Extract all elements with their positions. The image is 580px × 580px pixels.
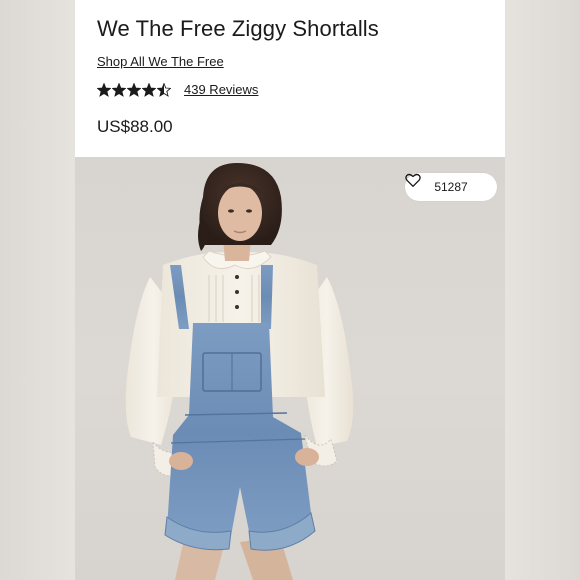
star-rating[interactable] — [97, 82, 171, 97]
product-photo[interactable]: 51287 — [75, 157, 505, 580]
star-half-icon — [157, 82, 171, 97]
reviews-link[interactable]: 439 Reviews — [184, 82, 258, 97]
star-full-icon — [112, 82, 126, 97]
star-full-icon — [97, 82, 111, 97]
favorite-button[interactable]: 51287 — [405, 173, 497, 201]
shop-all-brand-link[interactable]: Shop All We The Free — [97, 54, 224, 69]
product-info: We The Free Ziggy Shortalls Shop All We … — [75, 0, 505, 157]
rating-row: 439 Reviews — [97, 82, 258, 97]
star-full-icon — [127, 82, 141, 97]
product-price: US$88.00 — [97, 117, 173, 136]
heart-outline-icon — [405, 173, 421, 187]
product-card: We The Free Ziggy Shortalls Shop All We … — [75, 0, 505, 580]
model-wearing-shortalls-image — [125, 163, 354, 580]
star-full-icon — [142, 82, 156, 97]
favorite-count: 51287 — [434, 180, 468, 194]
product-title: We The Free Ziggy Shortalls — [97, 16, 379, 41]
